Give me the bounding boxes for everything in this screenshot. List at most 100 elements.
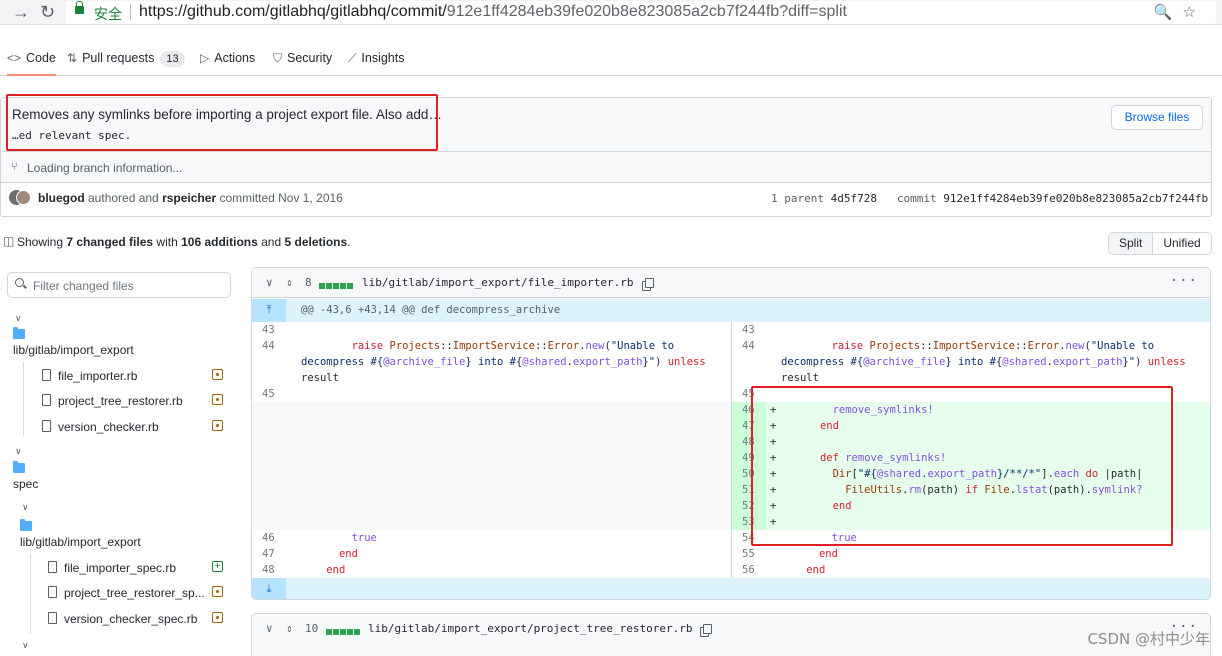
file-diff-header: ∨ ⇕ 10 lib/gitlab/import_export/project_… bbox=[251, 613, 1211, 656]
tab-pull-requests[interactable]: ⇅ Pull requests 13 bbox=[67, 51, 185, 67]
search-icon[interactable]: 🔍 bbox=[1154, 4, 1183, 21]
committed-text: committed Nov 1, 2016 bbox=[216, 191, 343, 205]
line-number[interactable]: 44 bbox=[742, 340, 755, 352]
committer-link[interactable]: rspeicher bbox=[162, 191, 216, 205]
tree-folder-spec-lib[interactable]: lib/gitlab/import_export bbox=[20, 535, 141, 549]
branch-icon: ⑂ bbox=[11, 161, 18, 173]
author-text: bluegod authored and rspeicher committed… bbox=[38, 191, 343, 205]
branch-info: Loading branch information... bbox=[27, 161, 183, 175]
shield-icon: ⛉ bbox=[273, 51, 283, 65]
authored-text: authored and bbox=[84, 191, 163, 205]
code-line: raise Projects::ImportService::Error.new… bbox=[351, 340, 675, 352]
diff-file-path[interactable]: lib/gitlab/import_export/project_tree_re… bbox=[368, 622, 693, 635]
tree-file[interactable]: version_checker.rb bbox=[58, 420, 159, 434]
graph-icon: ⟋ bbox=[348, 51, 357, 65]
hunk-header: ⤒ @@ -43,6 +43,14 @@ def decompress_arch… bbox=[252, 299, 1210, 322]
added-badge-icon: + bbox=[212, 561, 223, 572]
code-line: decompress #{@archive_file} into #{@shar… bbox=[781, 356, 1186, 368]
tab-security-label: Security bbox=[287, 51, 333, 65]
url-text[interactable]: https://github.com/gitlabhq/gitlabhq/com… bbox=[139, 3, 847, 21]
diff-change-count: 8 bbox=[305, 276, 312, 289]
diffstat bbox=[326, 625, 361, 638]
pull-requests-count: 13 bbox=[160, 51, 185, 67]
browse-files-button[interactable]: Browse files bbox=[1111, 105, 1203, 130]
file-icon bbox=[42, 420, 51, 432]
tree-file[interactable]: project_tree_restorer_sp... bbox=[64, 586, 205, 600]
code-line: end bbox=[806, 564, 826, 576]
diffstat bbox=[319, 279, 354, 292]
code-line: end bbox=[338, 548, 358, 560]
commit-sha: 912e1ff4284eb39fe020b8e823085a2cb7f244fb bbox=[943, 192, 1209, 205]
sidebar-toggle-icon[interactable]: ◫ bbox=[3, 234, 14, 248]
line-number[interactable]: 45 bbox=[262, 388, 275, 400]
chevron-down-icon[interactable]: ∨ bbox=[15, 446, 22, 457]
summary-with: with bbox=[153, 235, 182, 249]
copy-icon[interactable] bbox=[642, 278, 654, 291]
tree-file[interactable]: file_importer_spec.rb bbox=[64, 561, 176, 575]
tree-folder-lib[interactable]: lib/gitlab/import_export bbox=[13, 343, 134, 357]
address-bar[interactable]: 安全 https://github.com/gitlabhq/gitlabhq/… bbox=[66, 1, 1216, 24]
modified-badge-icon bbox=[212, 612, 223, 623]
more-options-icon[interactable]: ··· bbox=[1170, 273, 1198, 289]
filter-placeholder: Filter changed files bbox=[33, 279, 134, 293]
file-icon bbox=[48, 612, 57, 624]
browser-toolbar: → ↻ 安全 https://github.com/gitlabhq/gitla… bbox=[0, 0, 1222, 25]
reload-icon[interactable]: ↻ bbox=[40, 2, 55, 22]
avatar[interactable] bbox=[16, 190, 31, 205]
expand-down-icon[interactable]: ⤓ bbox=[252, 578, 286, 599]
unified-button[interactable]: Unified bbox=[1153, 233, 1211, 254]
line-number[interactable]: 55 bbox=[742, 548, 755, 560]
highlight-box bbox=[751, 386, 1173, 546]
line-number[interactable]: 47 bbox=[262, 548, 275, 560]
line-number[interactable]: 56 bbox=[742, 564, 755, 576]
star-icon[interactable]: ☆ bbox=[1183, 4, 1206, 21]
watermark: CSDN @村中少年 bbox=[1087, 630, 1210, 648]
line-number[interactable]: 43 bbox=[262, 324, 275, 336]
filter-files-input[interactable]: Filter changed files bbox=[7, 272, 231, 298]
address-bar-actions: 🔍☆ bbox=[1154, 3, 1206, 21]
chevron-down-icon[interactable]: ∨ bbox=[15, 313, 22, 324]
pull-request-icon: ⇅ bbox=[67, 51, 78, 65]
changes-summary: Showing 7 changed files with 106 additio… bbox=[17, 235, 351, 249]
line-number[interactable]: 44 bbox=[262, 340, 275, 352]
url-tail: 912e1ff4284eb39fe020b8e823085a2cb7f244fb… bbox=[446, 3, 847, 20]
line-number[interactable]: 48 bbox=[262, 564, 275, 576]
modified-badge-icon bbox=[212, 394, 223, 405]
split-button[interactable]: Split bbox=[1109, 233, 1154, 254]
line-number[interactable]: 43 bbox=[742, 324, 755, 336]
repo-nav: <> Code ⇅ Pull requests 13 ▷ Actions ⛉ Securi… bbox=[0, 44, 1222, 76]
summary-and: and bbox=[257, 235, 285, 249]
tree-guide bbox=[30, 554, 31, 634]
tree-file[interactable]: version_checker_spec.rb bbox=[64, 612, 197, 626]
tab-code[interactable]: <> Code bbox=[7, 51, 56, 76]
hunk-text: @@ -43,6 +43,14 @@ def decompress_archiv… bbox=[301, 304, 561, 316]
chevron-down-icon[interactable]: ∨ bbox=[22, 502, 29, 513]
summary-files: 7 changed files bbox=[66, 235, 154, 249]
chevron-down-icon[interactable]: ∨ bbox=[266, 622, 273, 635]
tree-file[interactable]: project_tree_restorer.rb bbox=[58, 394, 183, 408]
tree-file[interactable]: file_importer.rb bbox=[58, 369, 137, 383]
chevron-down-icon[interactable]: ∨ bbox=[22, 640, 29, 651]
tab-actions[interactable]: ▷ Actions bbox=[200, 51, 255, 65]
author-row: bluegod authored and rspeicher committed… bbox=[1, 185, 1211, 215]
expand-icon[interactable]: ⇕ bbox=[286, 622, 293, 635]
expand-up-icon[interactable]: ⤒ bbox=[252, 299, 286, 322]
file-icon bbox=[42, 394, 51, 406]
code-line: result bbox=[781, 372, 819, 384]
file-icon bbox=[42, 369, 51, 381]
line-number[interactable]: 46 bbox=[262, 532, 275, 544]
copy-icon[interactable] bbox=[700, 624, 712, 637]
forward-arrow-icon[interactable]: → bbox=[12, 2, 30, 22]
summary-suffix: . bbox=[347, 235, 351, 249]
chevron-down-icon[interactable]: ∨ bbox=[266, 276, 273, 289]
tab-security[interactable]: ⛉ Security bbox=[273, 51, 332, 66]
parent-sha[interactable]: 4d5f728 bbox=[831, 192, 877, 205]
diff-file-path[interactable]: lib/gitlab/import_export/file_importer.r… bbox=[362, 276, 634, 289]
author-link[interactable]: bluegod bbox=[38, 191, 85, 205]
tree-folder-spec[interactable]: spec bbox=[13, 477, 38, 491]
commit-label: commit bbox=[896, 192, 937, 205]
tab-insights[interactable]: ⟋ Insights bbox=[348, 51, 405, 66]
diff-change-count: 10 bbox=[305, 622, 319, 635]
expand-icon[interactable]: ⇕ bbox=[286, 276, 293, 289]
code-line: true bbox=[351, 532, 377, 544]
